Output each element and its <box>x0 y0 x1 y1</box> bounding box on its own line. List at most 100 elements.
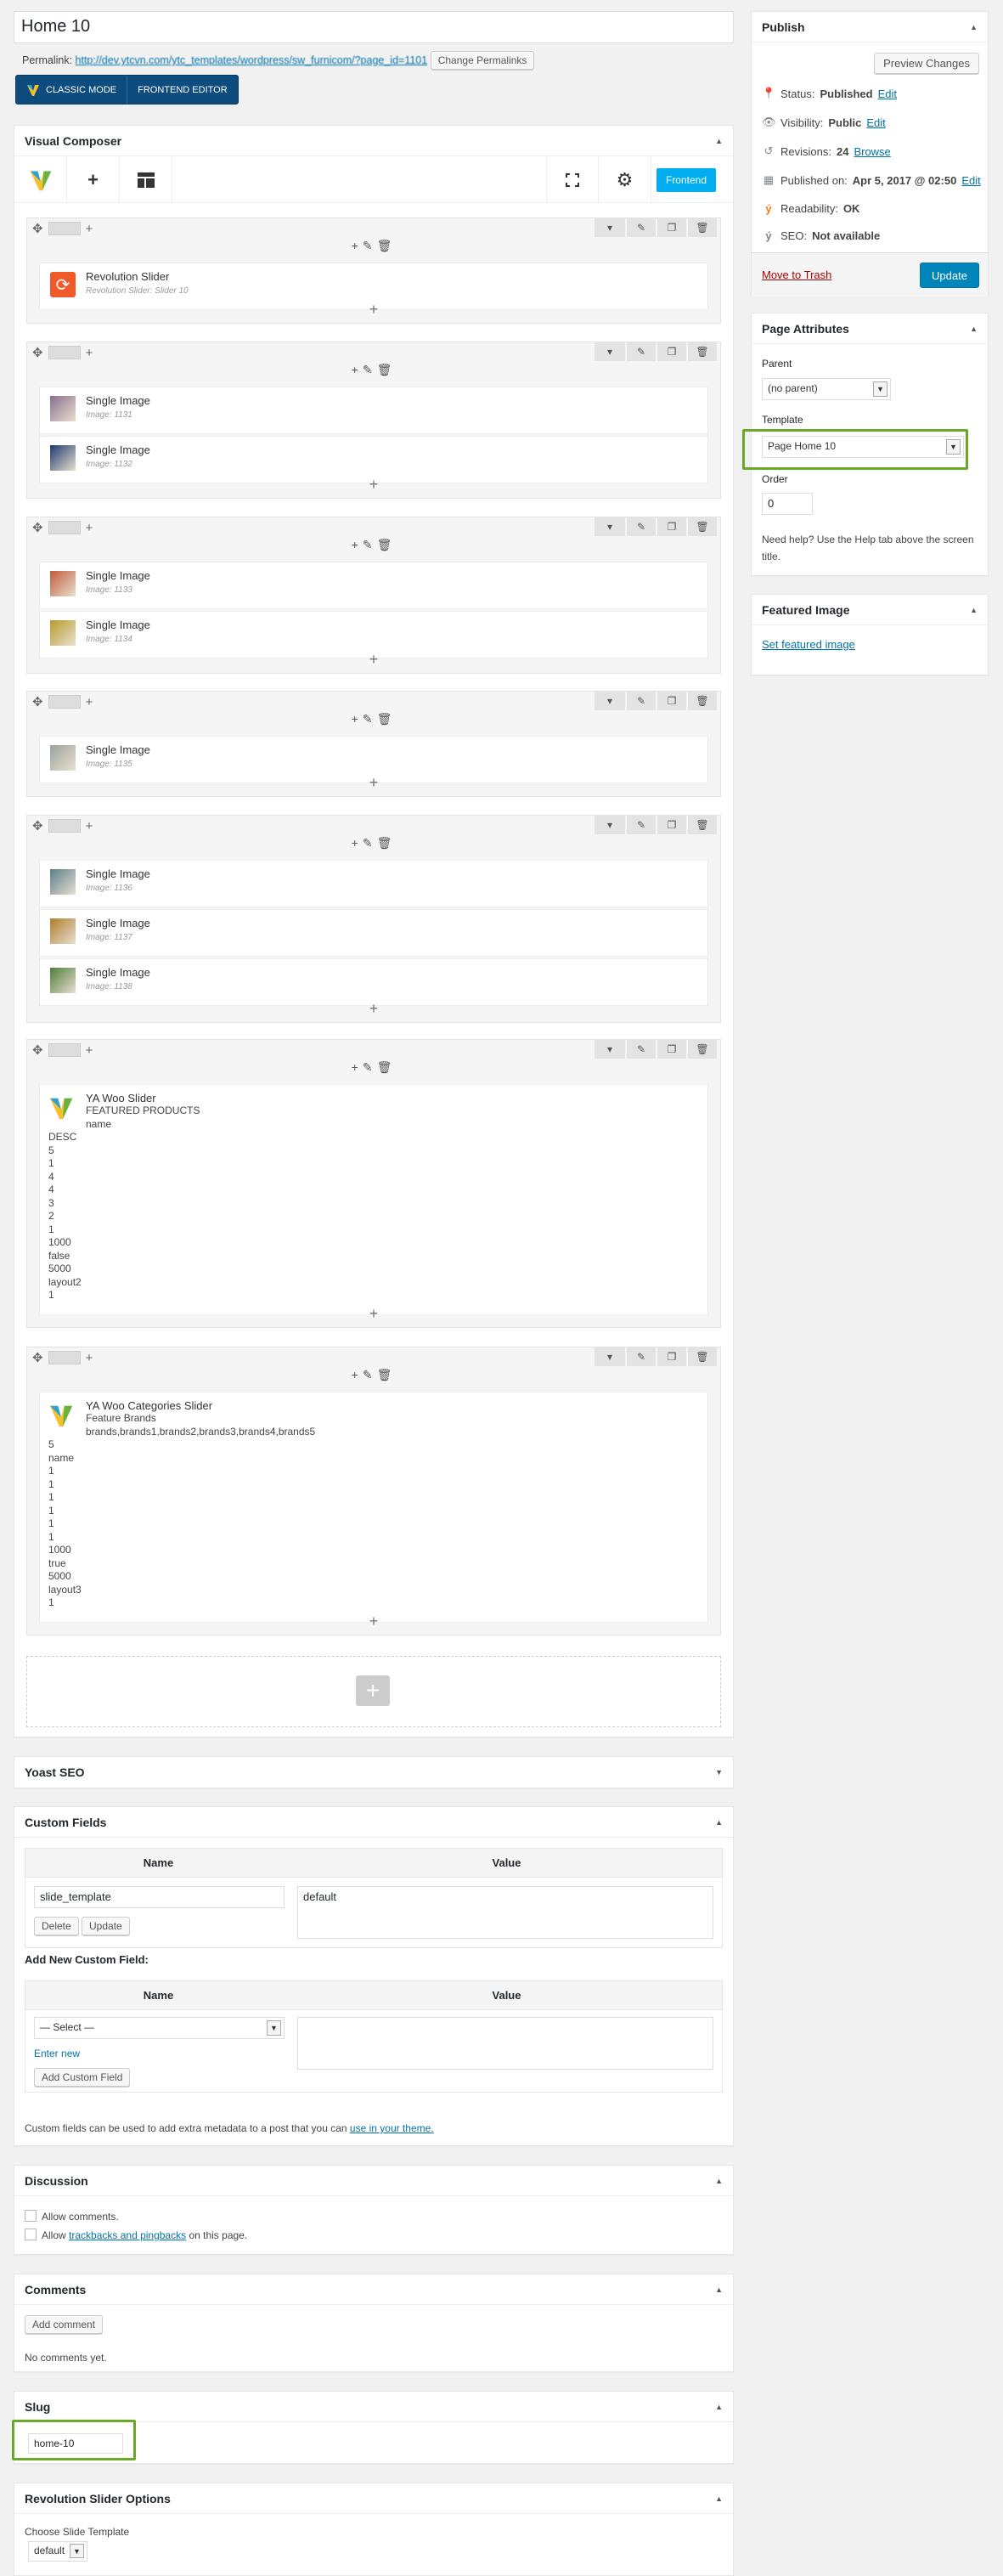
add-element-icon[interactable]: + <box>67 156 120 203</box>
permalink-url[interactable]: http://dev.ytcvn.com/ytc_templates/wordp… <box>76 54 428 66</box>
clone-row-icon[interactable]: ❐ <box>657 1347 686 1366</box>
field-key-select[interactable]: — Select — ▼ <box>34 2017 285 2039</box>
settings-gear-icon[interactable]: ⚙ <box>599 156 651 203</box>
clone-row-icon[interactable]: ❐ <box>657 218 686 237</box>
delete-row-icon[interactable]: 🗑 <box>688 342 717 361</box>
column-controls[interactable]: +✎🗑 <box>27 239 720 253</box>
edit-row-icon[interactable]: ✎ <box>627 342 656 361</box>
row-dropdown-icon[interactable]: ▾ <box>594 1347 625 1366</box>
row-layout-icon[interactable] <box>48 222 81 235</box>
row-layout-icon[interactable] <box>48 819 81 833</box>
enter-new-link[interactable]: Enter new <box>34 2048 80 2059</box>
collapse-arrow-icon[interactable]: ▲ <box>970 606 978 614</box>
collapse-arrow-icon[interactable]: ▲ <box>715 2285 723 2294</box>
allow-pingbacks-checkbox[interactable] <box>25 2229 37 2240</box>
row-layout-icon[interactable] <box>48 695 81 709</box>
trackbacks-link[interactable]: trackbacks and pingbacks <box>69 2229 186 2241</box>
field-name-input[interactable]: slide_template <box>34 1886 285 1908</box>
drag-handle-icon[interactable]: ✥ <box>32 1350 43 1365</box>
title-input[interactable]: Home 10 <box>14 11 734 43</box>
add-column-icon[interactable]: + <box>86 1351 93 1365</box>
add-element-icon[interactable]: + <box>27 301 720 319</box>
clone-row-icon[interactable]: ❐ <box>657 342 686 361</box>
vc-element[interactable]: Single Image Image: 1133 <box>39 562 708 609</box>
row-dropdown-icon[interactable]: ▾ <box>594 692 625 710</box>
set-featured-image-link[interactable]: Set featured image <box>762 638 855 651</box>
vc-logo-button[interactable] <box>14 156 67 203</box>
row-dropdown-icon[interactable]: ▾ <box>594 342 625 361</box>
edit-visibility-link[interactable]: Edit <box>866 116 885 129</box>
add-column-icon[interactable]: + <box>86 222 93 236</box>
allow-comments-checkbox[interactable] <box>25 2210 37 2222</box>
drag-handle-icon[interactable]: ✥ <box>32 818 43 833</box>
vc-element[interactable]: Single Image Image: 1138 <box>39 958 708 1006</box>
vc-element[interactable]: YA Woo Categories Slider Feature Brands b… <box>39 1392 708 1623</box>
add-element-icon[interactable]: + <box>27 774 720 792</box>
templates-icon[interactable] <box>120 156 172 203</box>
collapse-arrow-icon[interactable]: ▲ <box>970 325 978 333</box>
clone-row-icon[interactable]: ❐ <box>657 1040 686 1059</box>
vc-element[interactable]: Single Image Image: 1137 <box>39 909 708 957</box>
edit-row-icon[interactable]: ✎ <box>627 816 656 834</box>
collapse-arrow-icon[interactable]: ▲ <box>715 1818 723 1827</box>
add-element-icon[interactable]: + <box>27 1613 720 1630</box>
add-column-icon[interactable]: + <box>86 521 93 535</box>
drag-handle-icon[interactable]: ✥ <box>32 694 43 709</box>
row-layout-icon[interactable] <box>48 1351 81 1364</box>
edit-date-link[interactable]: Edit <box>961 174 980 187</box>
allow-comments-row[interactable]: Allow comments. <box>25 2210 119 2223</box>
add-column-icon[interactable]: + <box>86 1043 93 1058</box>
add-column-icon[interactable]: + <box>86 695 93 709</box>
row-dropdown-icon[interactable]: ▾ <box>594 816 625 834</box>
parent-select[interactable]: (no parent) ▼ <box>762 378 891 400</box>
delete-row-icon[interactable]: 🗑 <box>688 816 717 834</box>
row-dropdown-icon[interactable]: ▾ <box>594 517 625 536</box>
collapse-arrow-icon[interactable]: ▲ <box>715 2494 723 2503</box>
clone-row-icon[interactable]: ❐ <box>657 692 686 710</box>
delete-button[interactable]: Delete <box>34 1917 79 1935</box>
drag-handle-icon[interactable]: ✥ <box>32 520 43 535</box>
add-row-area[interactable]: + <box>26 1656 721 1727</box>
change-permalinks-button[interactable]: Change Permalinks <box>430 51 535 70</box>
use-in-theme-link[interactable]: use in your theme. <box>350 2122 434 2134</box>
edit-row-icon[interactable]: ✎ <box>627 1040 656 1059</box>
edit-row-icon[interactable]: ✎ <box>627 692 656 710</box>
preview-changes-button[interactable]: Preview Changes <box>874 53 979 74</box>
edit-row-icon[interactable]: ✎ <box>627 218 656 237</box>
delete-row-icon[interactable]: 🗑 <box>688 692 717 710</box>
column-controls[interactable]: +✎🗑 <box>27 836 720 850</box>
move-to-trash-link[interactable]: Move to Trash <box>762 268 831 281</box>
collapse-arrow-icon[interactable]: ▲ <box>715 137 723 145</box>
add-element-icon[interactable]: + <box>27 1000 720 1018</box>
delete-row-icon[interactable]: 🗑 <box>688 517 717 536</box>
frontend-button[interactable]: Frontend <box>656 168 716 192</box>
new-value-textarea[interactable] <box>297 2017 713 2070</box>
collapse-arrow-icon[interactable]: ▲ <box>715 2177 723 2185</box>
clone-row-icon[interactable]: ❐ <box>657 517 686 536</box>
collapse-arrow-icon[interactable]: ▲ <box>715 2403 723 2411</box>
row-layout-icon[interactable] <box>48 346 81 359</box>
order-input[interactable]: 0 <box>762 493 813 515</box>
column-controls[interactable]: +✎🗑 <box>27 1060 720 1075</box>
field-value-textarea[interactable]: default <box>297 1886 713 1939</box>
row-dropdown-icon[interactable]: ▾ <box>594 218 625 237</box>
drag-handle-icon[interactable]: ✥ <box>32 1042 43 1058</box>
vc-element[interactable]: YA Woo Slider FEATURED PRODUCTS name DESC … <box>39 1084 708 1315</box>
fullscreen-icon[interactable] <box>546 156 599 203</box>
edit-row-icon[interactable]: ✎ <box>627 1347 656 1366</box>
drag-handle-icon[interactable]: ✥ <box>32 345 43 360</box>
add-column-icon[interactable]: + <box>86 819 93 833</box>
vc-element[interactable]: Single Image Image: 1136 <box>39 860 708 907</box>
row-layout-icon[interactable] <box>48 1043 81 1057</box>
add-custom-field-button[interactable]: Add Custom Field <box>34 2068 131 2087</box>
expand-arrow-icon[interactable]: ▼ <box>715 1768 723 1777</box>
edit-row-icon[interactable]: ✎ <box>627 517 656 536</box>
browse-revisions-link[interactable]: Browse <box>854 145 890 158</box>
add-element-icon[interactable]: + <box>27 476 720 494</box>
column-controls[interactable]: +✎🗑 <box>27 1368 720 1382</box>
add-row-icon[interactable]: + <box>356 1675 390 1706</box>
slide-template-select[interactable]: default ▼ <box>28 2541 87 2562</box>
add-column-icon[interactable]: + <box>86 346 93 360</box>
column-controls[interactable]: +✎🗑 <box>27 712 720 726</box>
add-element-icon[interactable]: + <box>27 651 720 669</box>
